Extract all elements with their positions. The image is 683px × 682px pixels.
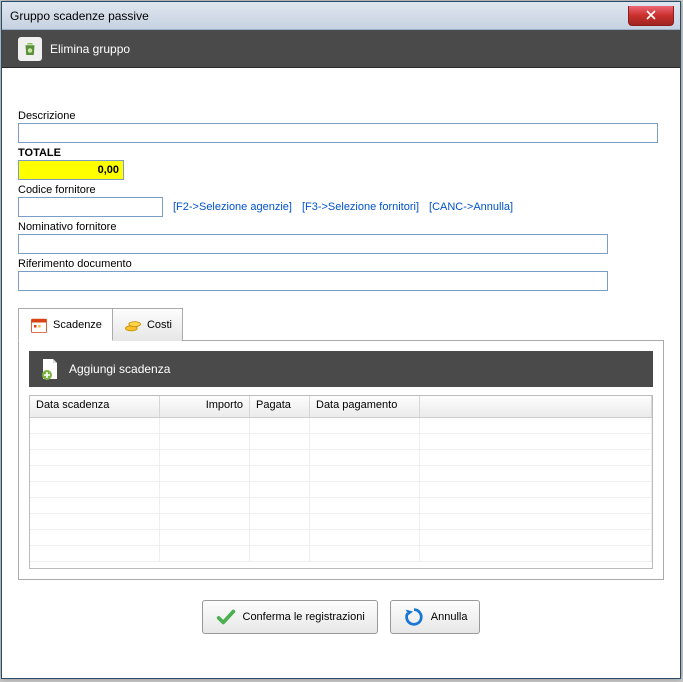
- tabstrip: Scadenze Costi: [18, 307, 664, 341]
- trash-icon: [18, 37, 42, 61]
- col-pagata[interactable]: Pagata: [250, 396, 310, 417]
- nominativo-fornitore-label: Nominativo fornitore: [18, 221, 664, 233]
- grid-row: [30, 546, 652, 562]
- tab-scadenze[interactable]: Scadenze: [18, 308, 113, 341]
- undo-arrow-icon: [403, 606, 425, 628]
- sub-toolbar: Aggiungi scadenza: [29, 351, 653, 387]
- window-title: Gruppo scadenze passive: [10, 9, 149, 23]
- grid-row: [30, 466, 652, 482]
- codice-fornitore-label: Codice fornitore: [18, 184, 664, 196]
- grid-body[interactable]: [30, 418, 652, 568]
- col-data-pagamento[interactable]: Data pagamento: [310, 396, 420, 417]
- totale-field: TOTALE: [18, 147, 664, 180]
- tab-costi[interactable]: Costi: [112, 308, 183, 341]
- fkey-f2-link[interactable]: [F2->Selezione agenzie]: [173, 201, 292, 213]
- col-spacer: [420, 396, 652, 417]
- col-importo[interactable]: Importo: [160, 396, 250, 417]
- totale-label: TOTALE: [18, 147, 664, 159]
- codice-fornitore-field: Codice fornitore [F2->Selezione agenzie]…: [18, 184, 664, 217]
- nominativo-fornitore-input[interactable]: [18, 234, 608, 254]
- delete-group-label: Elimina gruppo: [50, 42, 130, 56]
- checkmark-icon: [215, 606, 237, 628]
- add-document-icon: [39, 356, 61, 382]
- fkey-f3-link[interactable]: [F3->Selezione fornitori]: [302, 201, 419, 213]
- tab-scadenze-label: Scadenze: [53, 319, 102, 331]
- close-button[interactable]: [628, 6, 674, 26]
- grid-row: [30, 418, 652, 434]
- grid-row: [30, 530, 652, 546]
- tab-pane-scadenze: Aggiungi scadenza Data scadenza Importo …: [18, 341, 664, 580]
- cancel-button[interactable]: Annulla: [390, 600, 481, 634]
- form-area: Descrizione TOTALE Codice fornitore [F2-…: [2, 68, 680, 588]
- grid-header: Data scadenza Importo Pagata Data pagame…: [30, 396, 652, 418]
- cancel-label: Annulla: [431, 611, 468, 623]
- col-data-scadenza[interactable]: Data scadenza: [30, 396, 160, 417]
- add-scadenza-label: Aggiungi scadenza: [69, 362, 170, 376]
- riferimento-documento-input[interactable]: [18, 271, 608, 291]
- calendar-icon: [29, 315, 49, 335]
- grid-row: [30, 434, 652, 450]
- descrizione-field: Descrizione: [18, 110, 664, 143]
- dialog-footer: Conferma le registrazioni Annulla: [2, 588, 680, 644]
- descrizione-label: Descrizione: [18, 110, 664, 122]
- confirm-label: Conferma le registrazioni: [243, 611, 365, 623]
- delete-group-button[interactable]: Elimina gruppo: [12, 35, 136, 63]
- descrizione-input[interactable]: [18, 123, 658, 143]
- coins-icon: [123, 315, 143, 335]
- grid-row: [30, 514, 652, 530]
- fkey-canc-link[interactable]: [CANC->Annulla]: [429, 201, 513, 213]
- add-scadenza-button[interactable]: Aggiungi scadenza: [39, 356, 170, 382]
- riferimento-documento-label: Riferimento documento: [18, 258, 664, 270]
- dialog-window: Gruppo scadenze passive Elimina gruppo D…: [1, 1, 681, 679]
- codice-fornitore-input[interactable]: [18, 197, 163, 217]
- scadenze-grid: Data scadenza Importo Pagata Data pagame…: [29, 395, 653, 569]
- grid-row: [30, 482, 652, 498]
- totale-value: [18, 160, 124, 180]
- close-icon: [646, 10, 656, 20]
- confirm-button[interactable]: Conferma le registrazioni: [202, 600, 378, 634]
- grid-row: [30, 498, 652, 514]
- titlebar: Gruppo scadenze passive: [2, 2, 680, 30]
- tab-costi-label: Costi: [147, 319, 172, 331]
- main-toolbar: Elimina gruppo: [2, 30, 680, 68]
- riferimento-documento-field: Riferimento documento: [18, 258, 664, 291]
- grid-row: [30, 450, 652, 466]
- nominativo-fornitore-field: Nominativo fornitore: [18, 221, 664, 254]
